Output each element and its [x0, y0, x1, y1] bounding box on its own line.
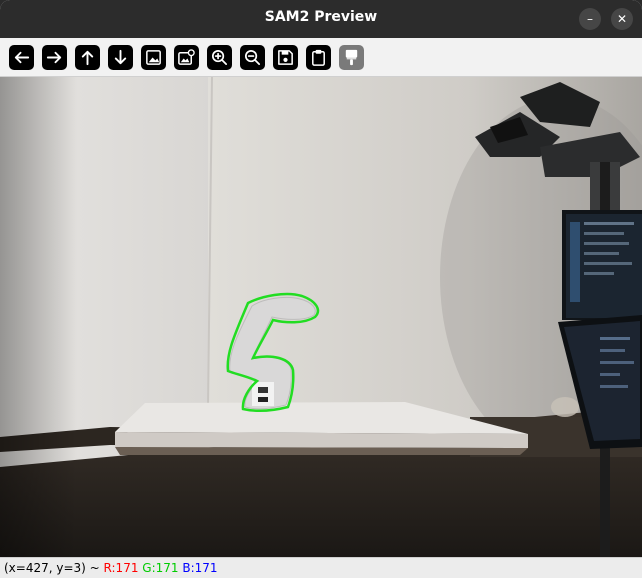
image-button[interactable] [141, 45, 166, 70]
camera-frame [0, 77, 642, 557]
title-bar[interactable]: SAM2 Preview – ✕ [0, 0, 642, 38]
clipboard-icon [312, 49, 325, 66]
close-button[interactable]: ✕ [611, 8, 633, 30]
zoom-in-button[interactable] [207, 45, 232, 70]
zoom-out-icon [244, 49, 261, 66]
minimize-icon: – [587, 12, 593, 26]
image-viewport[interactable] [0, 77, 642, 557]
down-icon [114, 49, 127, 65]
image-settings-icon [178, 49, 195, 65]
up-button[interactable] [75, 45, 100, 70]
blue-channel-value: B:171 [182, 561, 218, 575]
forward-button[interactable] [42, 45, 67, 70]
paint-brush-button[interactable] [339, 45, 364, 70]
zoom-out-button[interactable] [240, 45, 265, 70]
down-button[interactable] [108, 45, 133, 70]
up-icon [81, 50, 94, 66]
minimize-button[interactable]: – [579, 8, 601, 30]
paint-brush-icon [345, 49, 358, 66]
back-button[interactable] [9, 45, 34, 70]
save-icon [278, 50, 293, 65]
green-channel-value: G:171 [142, 561, 179, 575]
clipboard-button[interactable] [306, 45, 331, 70]
forward-icon [46, 51, 62, 64]
cursor-coordinates: (x=427, y=3) ~ [4, 561, 100, 575]
image-settings-button[interactable] [174, 45, 199, 70]
save-button[interactable] [273, 45, 298, 70]
back-icon [14, 51, 30, 64]
status-bar: (x=427, y=3) ~ R:171 G:171 B:171 [0, 557, 642, 578]
close-icon: ✕ [616, 12, 628, 26]
sam2-preview-window: SAM2 Preview – ✕ (x=427, y=3) ~ R:171 G:… [0, 0, 642, 578]
window-title: SAM2 Preview [264, 9, 378, 25]
image-icon [146, 50, 161, 65]
toolbar [0, 38, 642, 77]
red-channel-value: R:171 [103, 561, 139, 575]
zoom-in-icon [211, 49, 228, 66]
